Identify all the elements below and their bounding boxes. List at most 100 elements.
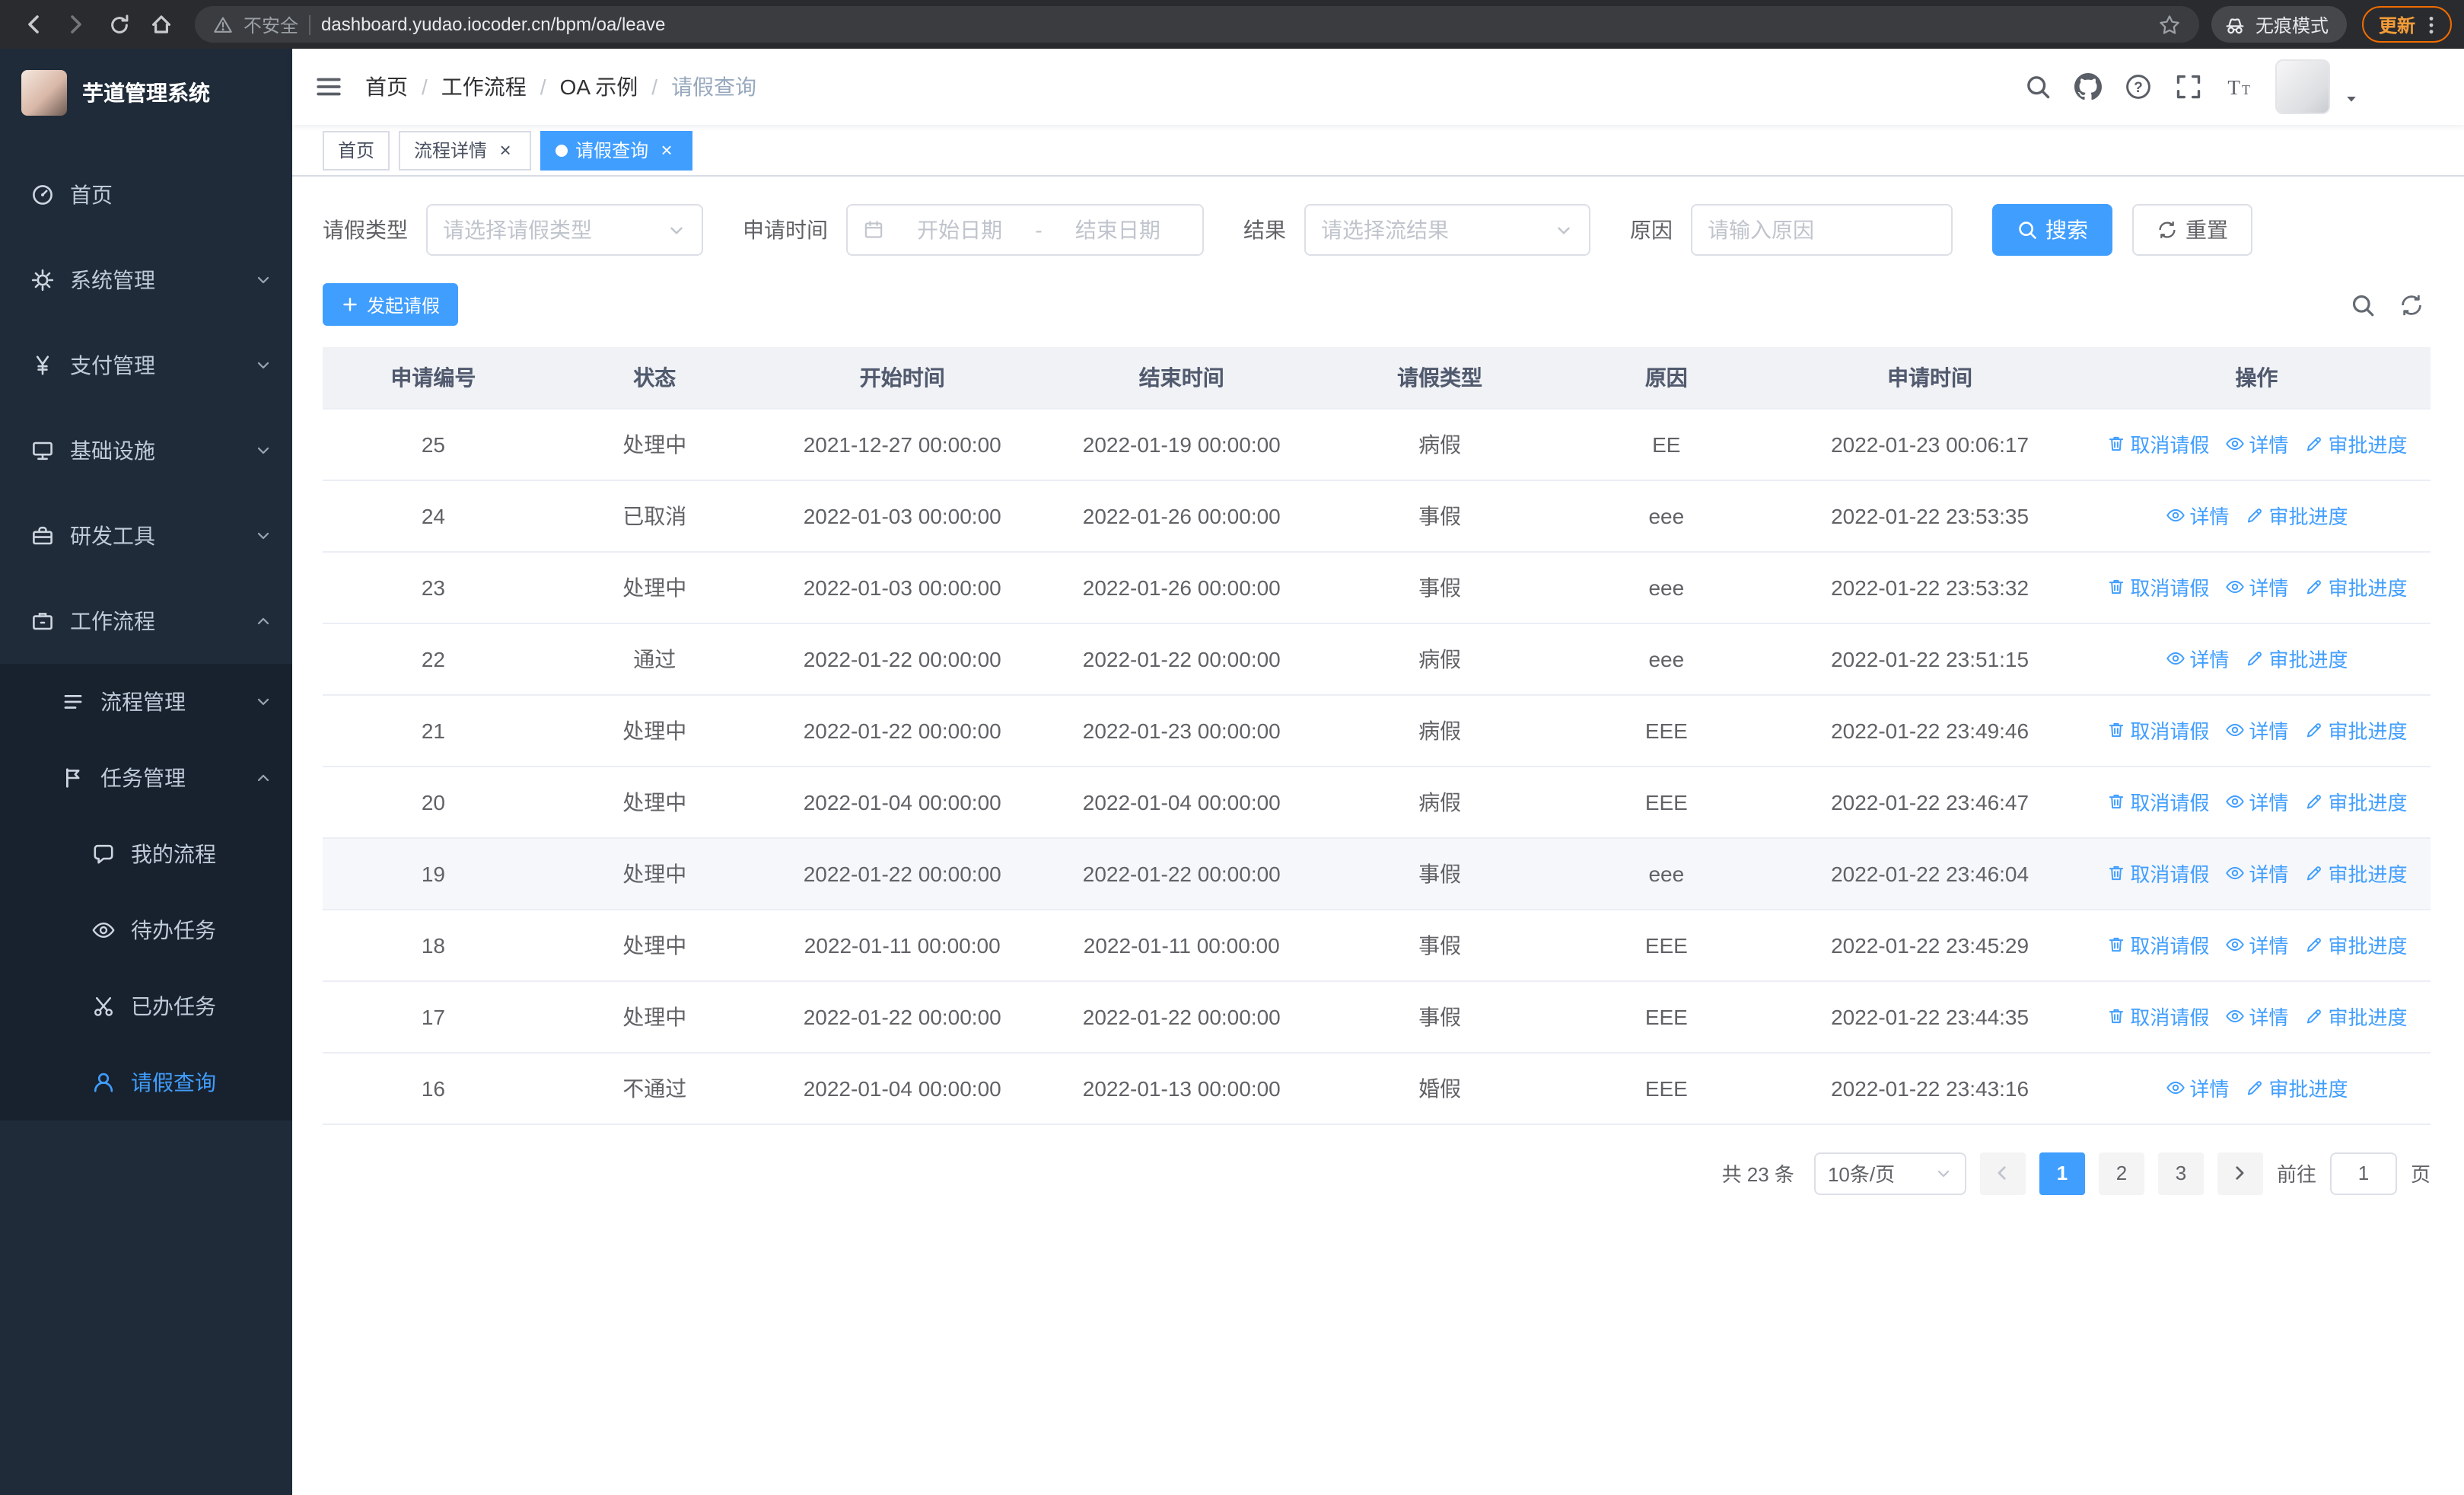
app-logo[interactable]: 芋道管理系统 (0, 49, 292, 137)
page-button-1[interactable]: 1 (2039, 1152, 2085, 1194)
url-text: dashboard.yudao.iocoder.cn/bpm/oa/leave (321, 14, 666, 35)
action-cancel-link[interactable]: 取消请假 (2106, 930, 2209, 959)
action-progress-link[interactable]: 审批进度 (2244, 644, 2348, 673)
cell-apply_time: 2022-01-22 23:51:15 (1777, 623, 2083, 695)
action-cancel-link[interactable]: 取消请假 (2106, 1002, 2209, 1031)
action-cancel-link[interactable]: 取消请假 (2106, 716, 2209, 744)
tab-home[interactable]: 首页 (323, 130, 390, 170)
tab-close-icon[interactable]: × (656, 139, 677, 161)
action-progress-link[interactable]: 审批进度 (2244, 501, 2348, 530)
action-detail-link[interactable]: 详情 (2224, 930, 2288, 959)
table-toolbar: 发起请假 (323, 283, 2431, 326)
cell-type: 病假 (1323, 623, 1556, 695)
sidebar-item-label: 已办任务 (131, 994, 216, 1018)
action-cancel-link[interactable]: 取消请假 (2106, 572, 2209, 601)
user-avatar[interactable] (2275, 59, 2330, 114)
tab-process-detail[interactable]: 流程详情 × (399, 130, 532, 170)
sidebar-item-infrastructure[interactable]: 基础设施 (0, 408, 292, 493)
action-label: 详情 (2249, 935, 2289, 958)
refresh-table-button[interactable] (2399, 292, 2424, 317)
edit-icon (2303, 577, 2323, 597)
browser-reload-button[interactable] (97, 3, 140, 46)
next-page-button[interactable] (2217, 1152, 2263, 1194)
github-link[interactable] (2074, 73, 2102, 100)
font-size-button[interactable] (2225, 73, 2252, 100)
fullscreen-button[interactable] (2175, 73, 2202, 100)
search-button[interactable]: 搜索 (1992, 204, 2112, 256)
breadcrumb-item[interactable]: OA 示例 (560, 72, 638, 102)
sidebar-item-workflow[interactable]: 工作流程 (0, 579, 292, 664)
sidebar-item-my-process[interactable]: 我的流程 (0, 816, 292, 892)
search-icon (2017, 219, 2038, 241)
sidebar-collapse-button[interactable] (292, 72, 365, 102)
reason-input[interactable] (1691, 204, 1953, 256)
chevron-up-icon (254, 612, 272, 630)
action-progress-link[interactable]: 审批进度 (2303, 787, 2407, 816)
sidebar-item-process-management[interactable]: 流程管理 (0, 664, 292, 740)
action-progress-link[interactable]: 审批进度 (2303, 429, 2407, 458)
tab-leave-query[interactable]: 请假查询 × (540, 130, 693, 170)
action-cancel-link[interactable]: 取消请假 (2106, 787, 2209, 816)
action-detail-link[interactable]: 详情 (2224, 859, 2288, 888)
action-cancel-link[interactable]: 取消请假 (2106, 859, 2209, 888)
sidebar-item-dev-tools[interactable]: 研发工具 (0, 493, 292, 579)
page-buttons: 123 (2039, 1152, 2204, 1194)
caret-down-icon[interactable] (2342, 90, 2361, 108)
chevron-down-icon (254, 356, 272, 375)
delete-icon (2106, 434, 2125, 454)
divider (309, 14, 311, 34)
header-search-button[interactable] (2024, 73, 2052, 100)
action-progress-link[interactable]: 审批进度 (2303, 1002, 2407, 1031)
tab-close-icon[interactable]: × (495, 139, 516, 161)
reason-label: 原因 (1630, 218, 1673, 242)
action-label: 详情 (2189, 505, 2230, 528)
action-progress-link[interactable]: 审批进度 (2303, 716, 2407, 744)
browser-back-button[interactable] (12, 3, 55, 46)
action-detail-link[interactable]: 详情 (2224, 1002, 2288, 1031)
address-bar[interactable]: 不安全 dashboard.yudao.iocoder.cn/bpm/oa/le… (195, 6, 2199, 43)
action-detail-link[interactable]: 详情 (2165, 644, 2229, 673)
action-detail-link[interactable]: 详情 (2224, 787, 2288, 816)
action-detail-link[interactable]: 详情 (2224, 716, 2288, 744)
browser-menu-button[interactable]: 更新 (2361, 6, 2452, 43)
breadcrumb-item[interactable]: 工作流程 (441, 72, 527, 102)
cell-status: 处理中 (543, 766, 766, 838)
page-button-3[interactable]: 3 (2157, 1152, 2204, 1194)
page-size-select[interactable]: 10条/页 (1813, 1152, 1966, 1194)
toggle-search-button[interactable] (2350, 292, 2376, 317)
breadcrumb-item[interactable]: 首页 (365, 72, 408, 102)
action-detail-link[interactable]: 详情 (2224, 429, 2288, 458)
result-select[interactable]: 请选择流结果 (1304, 204, 1590, 256)
action-progress-link[interactable]: 审批进度 (2244, 1073, 2348, 1102)
action-detail-link[interactable]: 详情 (2165, 1073, 2229, 1102)
action-detail-link[interactable]: 详情 (2224, 572, 2288, 601)
page-button-2[interactable]: 2 (2098, 1152, 2144, 1194)
sidebar-item-payment-management[interactable]: 支付管理 (0, 323, 292, 408)
action-detail-link[interactable]: 详情 (2165, 501, 2229, 530)
column-header: 原因 (1555, 347, 1778, 409)
sidebar-item-task-management[interactable]: 任务管理 (0, 740, 292, 816)
goto-page-input[interactable] (2329, 1152, 2397, 1194)
sidebar-item-done-tasks[interactable]: 已办任务 (0, 968, 292, 1044)
action-progress-link[interactable]: 审批进度 (2303, 572, 2407, 601)
apply-time-range-picker[interactable]: 开始日期 - 结束日期 (846, 204, 1204, 256)
leave-type-select[interactable]: 请选择请假类型 (426, 204, 703, 256)
sidebar-item-system-management[interactable]: 系统管理 (0, 237, 292, 323)
cell-actions: 取消请假 详情 审批进度 (2082, 408, 2431, 480)
sidebar-item-home[interactable]: 首页 (0, 152, 292, 237)
action-progress-link[interactable]: 审批进度 (2303, 859, 2407, 888)
sidebar-item-leave-query[interactable]: 请假查询 (0, 1044, 292, 1120)
help-button[interactable] (2125, 73, 2152, 100)
browser-forward-button[interactable] (55, 3, 97, 46)
delete-icon (2106, 792, 2125, 811)
cell-actions: 取消请假 详情 审批进度 (2082, 837, 2431, 910)
create-leave-button[interactable]: 发起请假 (323, 283, 459, 326)
reset-button[interactable]: 重置 (2132, 204, 2252, 256)
sidebar-item-label: 基础设施 (70, 438, 155, 463)
bookmark-star-icon[interactable] (2158, 13, 2181, 36)
sidebar-item-todo-tasks[interactable]: 待办任务 (0, 892, 292, 968)
action-cancel-link[interactable]: 取消请假 (2106, 429, 2209, 458)
action-progress-link[interactable]: 审批进度 (2303, 930, 2407, 959)
browser-home-button[interactable] (140, 3, 183, 46)
prev-page-button[interactable] (1979, 1152, 2026, 1194)
